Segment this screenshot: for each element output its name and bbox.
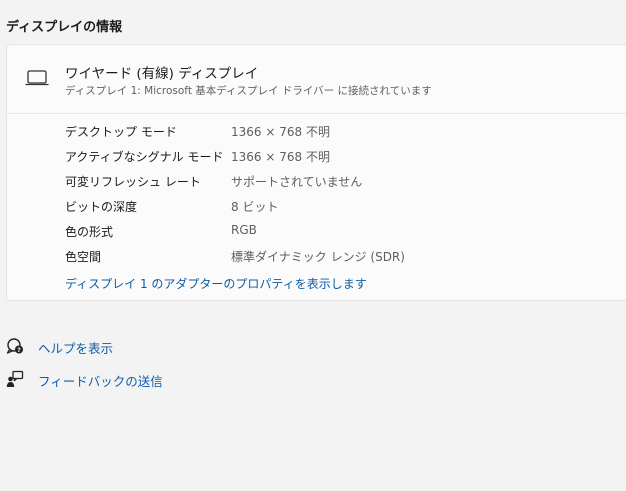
feedback-icon [6,370,24,387]
display-info-card: ワイヤード (有線) ディスプレイ ディスプレイ 1: Microsoft 基本… [6,44,626,301]
display-properties: デスクトップ モード 1366 × 768 不明 アクティブなシグナル モード … [65,120,565,270]
property-label: アクティブなシグナル モード [65,150,224,164]
help-chat-icon: ? [6,338,23,354]
property-row: 色の形式 RGB [65,220,565,245]
property-label: 可変リフレッシュ レート [65,175,201,189]
property-row: ビットの深度 8 ビット [65,195,565,220]
property-label: 色空間 [65,250,102,264]
display-name: ワイヤード (有線) ディスプレイ [65,66,259,82]
send-feedback-link[interactable]: フィードバックの送信 [6,369,306,389]
get-help-link[interactable]: ? ヘルプを表示 [6,336,306,356]
property-value: 1366 × 768 不明 [231,150,330,164]
property-label: デスクトップ モード [65,125,177,139]
property-value: サポートされていません [231,175,363,189]
adapter-properties-link[interactable]: ディスプレイ 1 のアダプターのプロパティを表示します [65,275,367,292]
property-label: ビットの深度 [65,200,138,214]
property-row: デスクトップ モード 1366 × 768 不明 [65,120,565,145]
property-row: 可変リフレッシュ レート サポートされていません [65,170,565,195]
display-connection: ディスプレイ 1: Microsoft 基本ディスプレイ ドライバー に接続され… [65,85,432,97]
get-help-label[interactable]: ヘルプを表示 [38,338,113,357]
laptop-icon [25,70,49,86]
send-feedback-label[interactable]: フィードバックの送信 [38,371,163,390]
property-value: 8 ビット [231,200,279,214]
property-row: アクティブなシグナル モード 1366 × 768 不明 [65,145,565,170]
svg-text:?: ? [17,347,21,354]
property-value: 標準ダイナミック レンジ (SDR) [231,250,405,264]
display-header: ワイヤード (有線) ディスプレイ ディスプレイ 1: Microsoft 基本… [7,45,626,114]
property-label: 色の形式 [65,225,114,239]
section-title: ディスプレイの情報 [6,20,123,35]
property-row: 色空間 標準ダイナミック レンジ (SDR) [65,245,565,270]
property-value: RGB [231,223,257,237]
property-value: 1366 × 768 不明 [231,125,330,139]
